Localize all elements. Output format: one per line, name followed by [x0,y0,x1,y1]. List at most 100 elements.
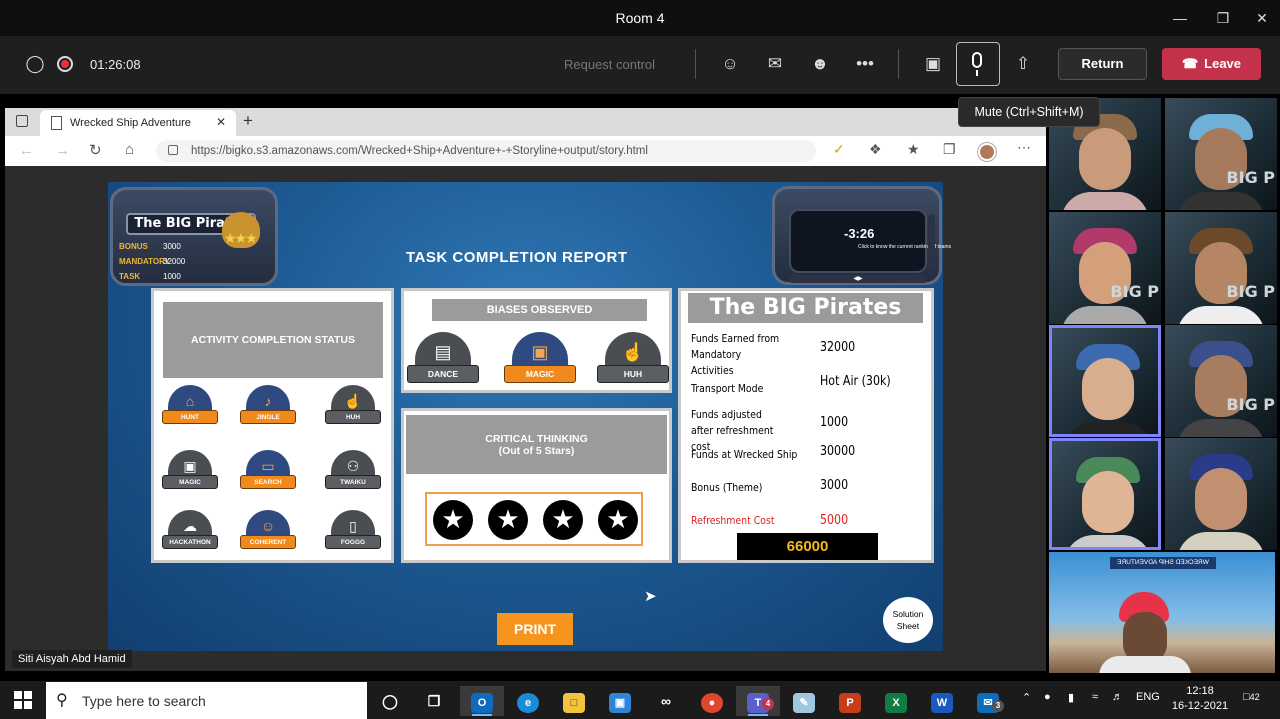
share-screen-icon[interactable]: ⇧ [1008,50,1038,78]
participant-video[interactable]: BIG P [1165,212,1277,324]
close-icon[interactable]: ✕ [1252,8,1272,28]
taskbar-search[interactable]: ⚲ Type here to search [46,682,367,719]
activity-badge: ▯ FOGGG [325,510,381,550]
edge-icon[interactable]: e [506,686,550,716]
image-icon: ▣ [531,342,549,362]
lock-icon [168,145,178,155]
print-button[interactable]: PRINT [497,613,573,645]
activity-badge: ☝ HUH [325,385,381,425]
summary-label: Funds Earned from Mandatory Activities [691,332,780,377]
minimize-icon[interactable]: — [1170,8,1190,28]
more-options-icon[interactable]: ••• [850,50,880,78]
task-view-icon[interactable]: ❐ [412,686,456,716]
ranking-button[interactable] [789,209,927,273]
thumbs-up-icon: ☝ [344,393,362,409]
profile-avatar[interactable] [978,143,996,161]
bias-badge: ▣ MAGIC [504,332,576,384]
cortana-icon[interactable]: ◯ [368,686,412,716]
windows-start-icon[interactable] [14,691,32,709]
volume-icon[interactable]: ♬ [1112,691,1123,703]
activity-label: MAGIC [162,475,218,489]
search-placeholder: Type here to search [82,693,206,709]
summary-label: Funds at Wrecked Ship [691,448,798,461]
excel-icon[interactable]: X [874,686,918,716]
forward-icon[interactable]: → [55,142,70,159]
battery-icon[interactable]: ▮ [1068,691,1074,704]
participant-video-active[interactable] [1049,325,1161,437]
tab-title: Wrecked Ship Adventure [70,117,191,129]
language-indicator[interactable]: ENG [1136,691,1160,703]
presenter-video[interactable] [1049,552,1275,673]
file-explorer-icon[interactable]: □ [552,686,596,716]
back-icon[interactable]: ← [19,142,34,159]
tray-chevron-icon[interactable]: ⌃ [1022,691,1031,704]
sticky-notes-icon[interactable]: ✎ [782,686,826,716]
presenter-background-banner: WRECKED SHIP ADVENTURE [1110,557,1216,569]
film-icon: ▤ [434,342,452,362]
clock-time: 12:18 [1186,685,1214,697]
activity-label: TWAIKU [325,475,381,489]
leave-button[interactable]: ☎ Leave [1162,48,1261,80]
return-button[interactable]: Return [1058,48,1147,80]
outlook-icon[interactable]: O [460,686,504,716]
divider [695,49,696,79]
background-watermark: BIG P [1226,282,1275,301]
bias-badge: ☝ HUH [597,332,669,384]
activity-badge: ⌂ HUNT [162,385,218,425]
chrome-icon[interactable]: ● [690,686,734,716]
timer-scrollbar[interactable] [928,214,935,270]
participant-video[interactable]: BIG P [1165,325,1277,437]
mute-tooltip: Mute (Ctrl+Shift+M) [958,97,1100,127]
summary-value: 3000 [820,478,849,493]
participant-video-active[interactable] [1049,438,1161,550]
new-tab-icon[interactable]: + [243,111,253,131]
request-control-button[interactable]: Request control [564,57,655,72]
refreshment-label: Refreshment Cost [691,514,775,527]
browser-menu-icon[interactable]: ⋯ [1017,139,1031,156]
summary-label: Transport Mode [691,382,764,395]
extensions-icon[interactable]: ❖ [869,141,882,158]
tab-actions-icon[interactable] [16,115,28,127]
background-watermark: BIG P [1110,282,1159,301]
maximize-icon[interactable]: ❐ [1213,8,1233,28]
summary-title: The BIG Pirates [688,293,923,323]
activity-badge: ☺ COHERENT [240,510,296,550]
wifi-icon[interactable]: ≈ [1092,691,1098,703]
word-icon[interactable]: W [920,686,964,716]
powerpoint-icon[interactable]: P [828,686,872,716]
tab-close-icon[interactable]: ✕ [216,115,226,129]
tray-microphone-icon[interactable]: ● [1044,691,1051,703]
microphone-button[interactable] [956,42,1000,86]
mouse-cursor-icon: ➤ [644,588,657,605]
stat-value: 1000 [163,272,181,281]
summary-value: Hot Air (30k) [820,374,891,389]
browser-tab[interactable]: Wrecked Ship Adventure ✕ [40,110,236,136]
face [1079,128,1131,190]
favorites-icon[interactable]: ★ [907,141,920,158]
participant-video[interactable]: BIG P [1049,212,1161,324]
activity-badge: ▭ SEARCH [240,450,296,490]
store-icon[interactable]: ▣ [598,686,642,716]
refresh-icon[interactable]: ↻ [89,141,102,159]
notifications-icon[interactable]: □42 [1243,691,1265,709]
address-bar[interactable]: https://bigko.s3.amazonaws.com/Wrecked+S… [156,140,816,162]
network-app-icon[interactable]: ∞ [644,686,688,716]
home-icon[interactable]: ⌂ [125,141,134,158]
mail-icon[interactable]: ✉ 3 [966,686,1010,716]
teams-icon[interactable]: T 4 [736,686,780,716]
system-clock[interactable]: 12:18 16-12-2021 [1170,684,1230,714]
reactions-icon[interactable]: ☻ [805,50,835,78]
activity-label: COHERENT [240,535,296,549]
page-icon [51,116,62,130]
solution-sheet-button[interactable]: Solution Sheet [883,597,933,643]
teams-badge: 4 [762,698,774,710]
extension-check-icon[interactable]: ✓ [833,141,845,158]
collections-icon[interactable]: ❐ [943,141,956,158]
participant-video[interactable]: BIG P [1165,98,1277,210]
timer-slider-icon[interactable]: ◀▶ [789,275,927,283]
participants-icon[interactable]: ☺ [715,50,745,78]
participant-video[interactable] [1165,438,1277,550]
camera-icon[interactable]: ▣ [918,50,948,78]
chat-icon[interactable]: ✉ [760,50,790,78]
person-icon: ☺ [260,518,276,534]
